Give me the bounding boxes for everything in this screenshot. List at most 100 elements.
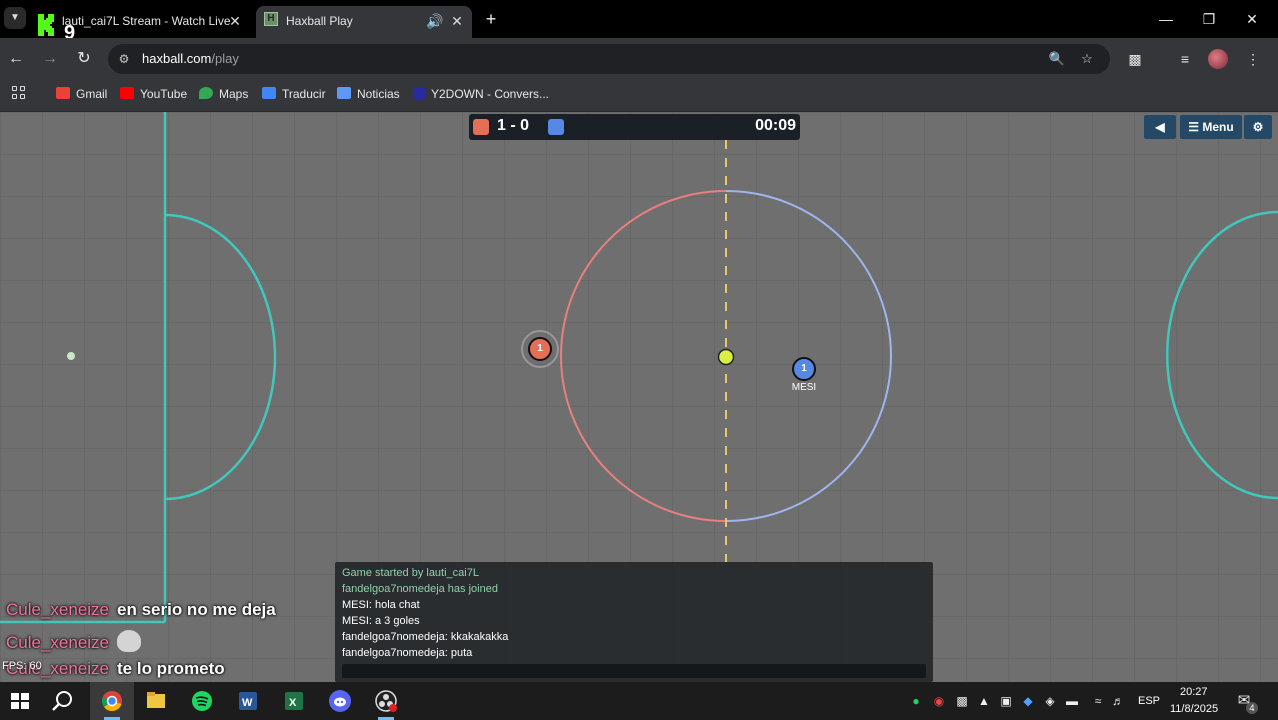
- extensions-icon[interactable]: ▩: [1124, 48, 1146, 70]
- close-tab-icon[interactable]: ✕: [448, 12, 466, 30]
- youtube-icon: [120, 87, 134, 99]
- clock-date[interactable]: 11/8/2025: [1170, 703, 1218, 715]
- game-timer: 00:09: [755, 117, 796, 134]
- explorer-icon: [147, 692, 165, 708]
- spotify-tray-icon[interactable]: ●: [908, 693, 924, 709]
- volume-icon[interactable]: ♬: [1110, 693, 1126, 709]
- start-button[interactable]: [0, 682, 40, 720]
- taskbar-search[interactable]: [42, 682, 82, 720]
- center-circle-blue-half: [725, 190, 892, 522]
- spotify-icon: [192, 691, 212, 711]
- chrome-menu-icon[interactable]: ⋮: [1242, 48, 1264, 70]
- taskbar-explorer[interactable]: [136, 682, 176, 720]
- minimize-icon[interactable]: —: [1152, 8, 1180, 30]
- address-bar[interactable]: ⚙ haxball.com/play 🔍 ☆: [108, 44, 1110, 74]
- bookmark-youtube[interactable]: YouTube: [120, 87, 187, 105]
- clock-time[interactable]: 20:27: [1180, 686, 1208, 698]
- stream-chat-line: Cule_xeneize: [6, 630, 142, 653]
- y2down-icon: [413, 87, 425, 99]
- svg-text:W: W: [242, 697, 253, 709]
- chrome-icon: [102, 691, 122, 711]
- tab-label: lauti_cai7L Stream - Watch Live: [62, 14, 231, 28]
- reload-icon[interactable]: ↻: [72, 47, 96, 71]
- windows-taskbar: W X ● ◉ ▩ ▲ ▣ ◆ ◈ ▬ ≈ ♬ ESP 20:27 11/8/2…: [0, 682, 1278, 720]
- bookmark-gmail[interactable]: Gmail: [56, 87, 107, 105]
- media-controls-icon[interactable]: ≡: [1174, 48, 1196, 70]
- gmail-icon: [56, 87, 70, 99]
- taskbar-word[interactable]: W: [228, 682, 268, 720]
- network-icon[interactable]: ≈: [1090, 693, 1106, 709]
- menu-button[interactable]: ☰ Menu: [1180, 115, 1242, 139]
- windows-start-icon: [11, 693, 29, 709]
- tab-search-button[interactable]: ▼: [4, 7, 26, 29]
- tray-app-icon[interactable]: ◆: [1020, 693, 1036, 709]
- taskbar-chrome[interactable]: [90, 682, 134, 720]
- obs-tray-icon[interactable]: ◉: [931, 693, 947, 709]
- obs-icon: [375, 690, 397, 712]
- haxball-game-canvas[interactable]: 1 1 MESI 1 - 0 00:09 ◀ ☰ Menu ⚙ Game sta…: [0, 112, 1278, 682]
- bookmark-y2down[interactable]: Y2DOWN - Convers...: [413, 87, 549, 105]
- chat-message: Game started by lauti_cai7L: [342, 567, 479, 579]
- blue-player-number: 1: [801, 363, 807, 374]
- tray-app-icon[interactable]: ▣: [998, 693, 1014, 709]
- chat-message: fandelgoa7nomedeja has joined: [342, 583, 498, 595]
- bookmark-maps[interactable]: Maps: [199, 87, 248, 105]
- tray-app-icon[interactable]: ▬: [1064, 693, 1080, 709]
- translate-icon: [262, 87, 276, 99]
- tray-app-icon[interactable]: ◈: [1042, 693, 1058, 709]
- taskbar-discord[interactable]: [320, 682, 360, 720]
- tray-app-icon[interactable]: ▩: [954, 693, 970, 709]
- haxball-icon: H: [264, 12, 278, 26]
- kickoff-marker: [67, 352, 75, 360]
- site-info-icon[interactable]: ⚙: [116, 51, 132, 67]
- discord-icon: [329, 690, 351, 712]
- close-tab-icon[interactable]: ✕: [226, 12, 244, 30]
- tab-label: Haxball Play: [286, 14, 353, 28]
- speaker-icon[interactable]: 🔊: [426, 12, 444, 30]
- cat-emote-icon: [117, 630, 142, 652]
- close-window-icon[interactable]: ✕: [1238, 8, 1266, 30]
- tab-strip: ▼ lauti_cai7L Stream - Watch Live ✕ 9 H …: [0, 0, 1278, 44]
- tab-haxball-play[interactable]: H Haxball Play 🔊 ✕: [256, 6, 472, 38]
- forward-icon[interactable]: →: [38, 47, 62, 71]
- new-tab-button[interactable]: +: [480, 8, 502, 30]
- chat-message: MESI: a 3 goles: [342, 615, 420, 627]
- blue-team-badge: [548, 119, 564, 135]
- taskbar-obs[interactable]: [366, 682, 406, 720]
- word-icon: W: [239, 692, 257, 710]
- chat-input[interactable]: [342, 664, 926, 678]
- apps-grid-icon[interactable]: [12, 86, 26, 100]
- news-icon: [337, 87, 351, 99]
- ball: [717, 348, 735, 366]
- chat-message: fandelgoa7nomedeja: kkakakakka: [342, 631, 509, 643]
- sound-icon[interactable]: ◀: [1144, 115, 1176, 139]
- left-penalty-arc: [164, 213, 277, 501]
- score-text: 1 - 0: [497, 117, 530, 134]
- bookmark-star-icon[interactable]: ☆: [1078, 50, 1096, 68]
- profile-avatar[interactable]: [1208, 49, 1228, 69]
- zoom-icon[interactable]: 🔍: [1048, 50, 1066, 68]
- search-icon: [52, 691, 72, 711]
- stream-chat-line: Cule_xeneize en serio no me deja: [6, 600, 276, 619]
- excel-icon: X: [285, 692, 303, 710]
- taskbar-excel[interactable]: X: [274, 682, 314, 720]
- chat-message: MESI: hola chat: [342, 599, 420, 611]
- bookmarks-bar: Gmail YouTube Maps Traducir Noticias Y2D…: [0, 80, 1278, 112]
- red-player-number: 1: [537, 343, 543, 354]
- microphone-icon[interactable]: ▲: [976, 693, 992, 709]
- url-text: haxball.com/play: [142, 51, 239, 66]
- language-indicator[interactable]: ESP: [1138, 695, 1160, 707]
- restore-icon[interactable]: ❐: [1195, 8, 1223, 30]
- bookmark-traducir[interactable]: Traducir: [262, 87, 326, 105]
- settings-gear-icon[interactable]: ⚙: [1244, 115, 1272, 139]
- game-chat: Game started by lauti_cai7L fandelgoa7no…: [335, 562, 933, 682]
- taskbar-spotify[interactable]: [182, 682, 222, 720]
- right-penalty-arc: [1165, 210, 1278, 500]
- chat-message: fandelgoa7nomedeja: puta: [342, 647, 473, 659]
- notification-badge: 4: [1246, 702, 1258, 714]
- back-icon[interactable]: ←: [4, 47, 28, 71]
- bookmark-noticias[interactable]: Noticias: [337, 87, 400, 105]
- maps-icon: [199, 87, 213, 99]
- center-circle-red-half: [560, 190, 727, 522]
- blue-player-name: MESI: [791, 382, 817, 393]
